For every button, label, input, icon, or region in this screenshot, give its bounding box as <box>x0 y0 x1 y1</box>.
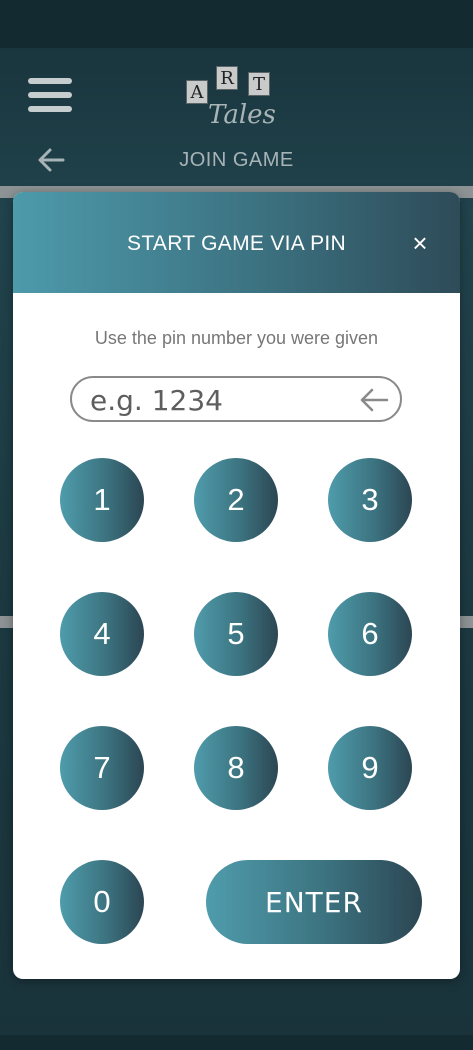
logo-tile-r: R <box>216 66 238 90</box>
close-icon[interactable]: × <box>407 230 433 256</box>
key-4[interactable]: 4 <box>60 592 144 676</box>
logo-tile-a: A <box>186 80 208 104</box>
key-8[interactable]: 8 <box>194 726 278 810</box>
pin-dialog: START GAME VIA PIN × Use the pin number … <box>13 192 460 979</box>
backspace-arrow-icon[interactable] <box>359 387 389 413</box>
page-title: JOIN GAME <box>179 149 294 171</box>
key-5[interactable]: 5 <box>194 592 278 676</box>
key-1[interactable]: 1 <box>60 458 144 542</box>
logo-tile-t: T <box>248 72 270 96</box>
hamburger-menu-icon[interactable] <box>28 78 72 112</box>
instruction-text: Use the pin number you were given <box>94 328 379 348</box>
key-9[interactable]: 9 <box>328 726 412 810</box>
dialog-title: START GAME VIA PIN <box>127 232 346 255</box>
key-7[interactable]: 7 <box>60 726 144 810</box>
key-3[interactable]: 3 <box>328 458 412 542</box>
key-0[interactable]: 0 <box>60 860 144 944</box>
key-6[interactable]: 6 <box>328 592 412 676</box>
key-2[interactable]: 2 <box>194 458 278 542</box>
logo-word: Tales <box>208 100 276 130</box>
enter-button[interactable]: ENTER <box>206 860 422 944</box>
pin-field <box>70 376 402 422</box>
status-bar <box>0 0 473 48</box>
bottom-bar <box>0 1035 473 1050</box>
pin-input[interactable] <box>90 383 340 417</box>
art-tales-logo: A R T Tales <box>186 62 290 134</box>
